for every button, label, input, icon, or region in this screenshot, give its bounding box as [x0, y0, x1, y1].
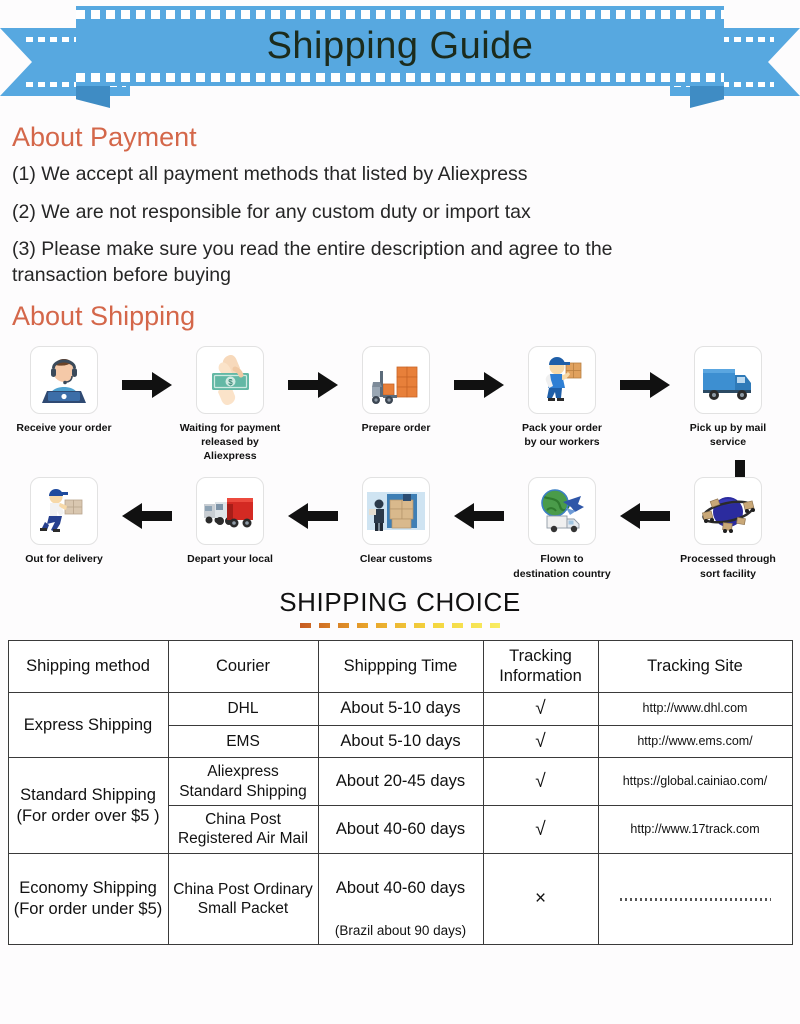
dotted-line-placeholder: [619, 897, 771, 901]
flow-step: Out for delivery: [10, 477, 118, 566]
cell-shipping-method: Express Shipping: [7, 691, 169, 759]
cell-shipping-time: About 5-10 days: [317, 691, 484, 726]
flow-step: Pick up by mail service: [674, 345, 782, 449]
flow-arrow-right-icon: [450, 346, 508, 398]
flow-arrow-left-icon: [284, 477, 342, 530]
flow-arrow-right-icon: [616, 346, 674, 398]
shipping-flow-row-2: Out for delivery Depart your local Clear…: [0, 477, 800, 580]
money-exchange-icon: $: [196, 345, 264, 414]
flow-step-label: Clear customs: [359, 553, 433, 566]
red-truck-fleet-icon: [196, 477, 264, 546]
flow-arrow-left-icon: [118, 477, 176, 530]
cell-shipping-method: Economy Shipping (For order under $5): [7, 852, 169, 946]
shipping-guide-page: Shipping Guide About Payment (1) We acce…: [0, 0, 800, 1024]
ribbon-fold-left: [76, 86, 110, 108]
ribbon-perforation-top: [76, 10, 724, 19]
shipping-choice-section: SHIPPING CHOICE: [0, 587, 800, 628]
column-header-shipping-time: Shippping Time: [317, 639, 484, 693]
cell-shipping-method: Standard Shipping (For order over $5 ): [7, 757, 169, 854]
cell-tracking-information: √: [482, 724, 599, 759]
about-shipping-heading: About Shipping: [12, 300, 196, 331]
cell-courier: China Post Registered Air Mail: [167, 805, 319, 854]
cell-tracking-site: http://www.17track.com: [597, 805, 793, 854]
cell-tracking-information: √: [482, 691, 599, 726]
cell-tracking-site: http://www.ems.com/: [597, 724, 793, 759]
ribbon-band: Shipping Guide: [76, 6, 724, 86]
customs-officer-icon: [362, 477, 430, 546]
cell-tracking-site: http://www.dhl.com: [597, 691, 793, 726]
flow-arrow-left-icon: [616, 477, 674, 530]
cell-tracking-information: √: [482, 757, 599, 807]
flow-step-label: Processed through sort facility: [680, 553, 776, 580]
flow-arrow-right-icon: [118, 346, 176, 398]
flow-step: Flown to destination country: [508, 477, 616, 580]
shipping-time-main: About 40-60 days: [335, 879, 466, 898]
table-row: Economy Shipping (For order under $5) Ch…: [7, 852, 793, 946]
flow-step-label: Flown to destination country: [513, 553, 611, 580]
flow-step-label: Waiting for payment released by Aliexpre…: [179, 421, 281, 463]
flow-step: Prepare order: [342, 345, 450, 435]
flow-step: Depart your local: [176, 477, 284, 566]
sort-facility-globe-icon: [694, 477, 762, 546]
cell-shipping-time: About 20-45 days: [317, 757, 484, 807]
payment-note: (1) We accept all payment methods that l…: [12, 163, 528, 185]
globe-plane-icon: [528, 477, 596, 546]
flow-arrow-right-icon: [284, 346, 342, 398]
banner: Shipping Guide: [0, 0, 800, 112]
table-header-row: Shipping method Courier Shippping Time T…: [7, 639, 793, 693]
payment-notes-list: (1) We accept all payment methods that l…: [0, 162, 800, 289]
delivery-person-icon: [30, 477, 98, 546]
cell-shipping-time: About 40-60 days: [317, 805, 484, 854]
shipping-options-table: Shipping method Courier Shippping Time T…: [7, 639, 793, 946]
flow-step: $ Waiting for payment released by Aliexp…: [176, 345, 284, 464]
cell-shipping-time: About 40-60 days (Brazil about 90 days): [317, 852, 484, 946]
cell-tracking-information: ×: [482, 852, 599, 946]
support-agent-icon: [30, 345, 98, 414]
table-row: Standard Shipping (For order over $5 ) A…: [7, 757, 793, 854]
flow-step: Clear customs: [342, 477, 450, 566]
flow-step: Pack your order by our workers: [508, 345, 616, 449]
flow-step-label: Pack your order by our workers: [522, 421, 602, 449]
shipping-flow-row-1: Receive your order $ Waiting for payment…: [0, 345, 800, 464]
flow-step: Receive your order: [10, 345, 118, 435]
ribbon-fold-right: [690, 86, 724, 108]
flow-step-label: Depart your local: [187, 553, 273, 566]
flow-arrow-left-icon: [450, 477, 508, 530]
column-header-courier: Courier: [167, 639, 319, 693]
flow-step-label: Prepare order: [361, 421, 431, 434]
flow-step-label: Out for delivery: [25, 553, 103, 566]
cell-courier: Aliexpress Standard Shipping: [167, 757, 319, 807]
shipping-choice-title: SHIPPING CHOICE: [279, 586, 521, 617]
column-header-tracking-site: Tracking Site: [597, 639, 793, 693]
table-row: Express Shipping DHL About 5-10 days √ h…: [7, 691, 793, 759]
shipping-time-note: (Brazil about 90 days): [334, 922, 467, 938]
cell-courier: EMS: [167, 724, 319, 759]
cell-tracking-site: https://global.cainiao.com/: [597, 757, 793, 807]
cell-courier: DHL: [167, 691, 319, 726]
page-title: Shipping Guide: [266, 24, 534, 67]
cell-courier: China Post Ordinary Small Packet: [167, 852, 319, 946]
flow-step-label: Receive your order: [16, 421, 112, 434]
forklift-boxes-icon: [362, 345, 430, 414]
column-header-shipping-method: Shipping method: [7, 639, 169, 693]
flow-step-label: Pick up by mail service: [689, 421, 767, 449]
payment-note: (3) Please make sure you read the entire…: [12, 238, 613, 287]
payment-note: (2) We are not responsible for any custo…: [12, 200, 531, 223]
ribbon-perforation-bottom: [76, 73, 724, 82]
svg-text:$: $: [228, 378, 233, 387]
about-payment-heading: About Payment: [12, 122, 197, 152]
cell-shipping-time: About 5-10 days: [317, 724, 484, 759]
blue-truck-icon: [694, 345, 762, 414]
column-header-tracking-information: Tracking Information: [482, 639, 599, 693]
cell-tracking-site: [597, 852, 793, 946]
flow-step: Processed through sort facility: [674, 477, 782, 580]
worker-package-icon: [528, 345, 596, 414]
cell-tracking-information: √: [482, 805, 599, 854]
dashed-underline-decoration: [300, 622, 500, 628]
